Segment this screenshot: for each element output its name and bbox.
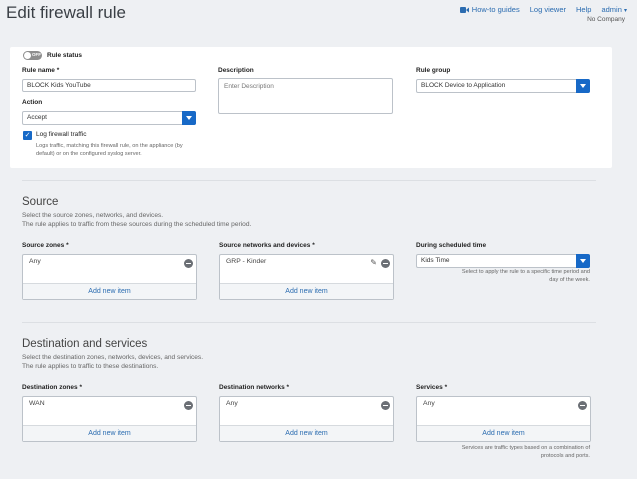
rule-name-label-text: Rule name	[22, 67, 55, 74]
add-new-item-button[interactable]: Add new item	[417, 425, 590, 441]
source-zones-label: Source zones *	[22, 242, 69, 249]
destination-desc-line-1: Select the destination zones, networks, …	[22, 354, 204, 361]
remove-icon[interactable]	[578, 401, 587, 410]
source-zones-label-text: Source zones	[22, 242, 65, 249]
required-mark: *	[56, 67, 60, 74]
source-networks-label: Source networks and devices *	[219, 242, 315, 249]
source-description: Select the source zones, networks, and d…	[22, 211, 251, 229]
user-menu[interactable]: admin ▾	[601, 5, 627, 14]
remove-icon[interactable]	[381, 401, 390, 410]
action-select[interactable]: Accept	[22, 111, 196, 125]
services-help-line-2: protocols and ports.	[540, 453, 590, 459]
log-viewer-link[interactable]: Log viewer	[530, 5, 566, 14]
user-name: admin	[601, 5, 622, 14]
rule-name-input[interactable]: BLOCK Kids YouTube	[22, 79, 196, 92]
add-new-item-button[interactable]: Add new item	[23, 425, 196, 441]
source-networks-list: GRP - Kinder ✎ Add new item	[219, 254, 394, 300]
source-networks-label-text: Source networks and devices	[219, 242, 311, 249]
rule-group-select[interactable]: BLOCK Device to Application	[416, 79, 590, 93]
schedule-help-line-1: Select to apply the rule to a specific t…	[461, 269, 590, 275]
list-item: WAN	[29, 400, 45, 407]
source-title: Source	[22, 196, 59, 208]
log-traffic-label: Log firewall traffic	[36, 131, 87, 138]
description-textarea[interactable]: Enter Description	[218, 78, 393, 114]
services-help: Services are traffic types based on a co…	[416, 444, 590, 460]
list-item: Any	[29, 258, 41, 265]
destination-desc-line-2: The rule applies to traffic to these des…	[22, 363, 159, 370]
action-label: Action	[22, 99, 43, 106]
destination-networks-label: Destination networks *	[219, 384, 289, 391]
toggle-state: OFF	[32, 52, 41, 57]
log-help-line-1: Logs traffic, matching this firewall rul…	[36, 143, 183, 149]
rule-group-value: BLOCK Device to Application	[421, 82, 506, 89]
schedule-value: Kids Time	[421, 257, 450, 264]
top-navigation: How-to guides Log viewer Help admin ▾	[459, 5, 627, 14]
log-help-line-2: default) or on the configured syslog ser…	[36, 151, 142, 157]
destination-networks-list: Any Add new item	[219, 396, 394, 442]
page-title: Edit firewall rule	[6, 3, 126, 22]
add-new-item-button[interactable]: Add new item	[220, 283, 393, 299]
chevron-down-icon[interactable]	[576, 79, 590, 93]
pencil-icon[interactable]: ✎	[370, 258, 377, 267]
section-divider	[22, 180, 596, 181]
how-to-guides-label: How-to guides	[471, 5, 520, 14]
chevron-down-icon[interactable]	[576, 254, 590, 268]
required-mark: *	[66, 242, 69, 249]
help-link[interactable]: Help	[576, 5, 591, 14]
services-label-text: Services	[416, 384, 443, 391]
services-list: Any Add new item	[416, 396, 591, 442]
source-desc-line-2: The rule applies to traffic from these s…	[22, 221, 252, 228]
source-desc-line-1: Select the source zones, networks, and d…	[22, 212, 164, 219]
log-traffic-help: Logs traffic, matching this firewall rul…	[36, 142, 183, 158]
rule-status-toggle[interactable]: OFF	[23, 51, 42, 60]
destination-zones-label-text: Destination zones	[22, 384, 78, 391]
schedule-label: During scheduled time	[416, 242, 487, 249]
required-mark: *	[286, 384, 290, 391]
rule-group-label: Rule group	[416, 67, 451, 74]
action-value: Accept	[27, 114, 47, 121]
general-panel: OFF Rule status Rule name * BLOCK Kids Y…	[10, 47, 612, 168]
rule-status-label: Rule status	[47, 52, 83, 59]
remove-icon[interactable]	[184, 401, 193, 410]
remove-icon[interactable]	[184, 259, 193, 268]
destination-networks-label-text: Destination networks	[219, 384, 285, 391]
video-camera-icon	[459, 6, 469, 13]
destination-description: Select the destination zones, networks, …	[22, 353, 203, 371]
log-traffic-checkbox[interactable]: ✓	[23, 131, 32, 140]
schedule-help-line-2: day of the week.	[549, 277, 590, 283]
services-help-line-1: Services are traffic types based on a co…	[461, 445, 590, 451]
destination-zones-list: WAN Add new item	[22, 396, 197, 442]
destination-title: Destination and services	[22, 338, 148, 350]
toggle-knob	[24, 52, 31, 59]
caret-down-icon: ▾	[623, 8, 627, 14]
required-mark: *	[444, 384, 448, 391]
add-new-item-button[interactable]: Add new item	[23, 283, 196, 299]
required-mark: *	[312, 242, 315, 249]
section-divider	[22, 322, 596, 323]
source-zones-list: Any Add new item	[22, 254, 197, 300]
remove-icon[interactable]	[381, 259, 390, 268]
schedule-help: Select to apply the rule to a specific t…	[416, 268, 590, 284]
destination-zones-label: Destination zones *	[22, 384, 82, 391]
description-label: Description	[218, 67, 254, 74]
list-item: Any	[226, 400, 238, 407]
list-item: GRP - Kinder	[226, 258, 267, 265]
schedule-select[interactable]: Kids Time	[416, 254, 590, 268]
list-item: Any	[423, 400, 435, 407]
add-new-item-button[interactable]: Add new item	[220, 425, 393, 441]
services-label: Services *	[416, 384, 447, 391]
company-name: No Company	[587, 16, 625, 23]
rule-name-label: Rule name *	[22, 67, 59, 74]
chevron-down-icon[interactable]	[182, 111, 196, 125]
how-to-guides-link[interactable]: How-to guides	[459, 5, 520, 14]
required-mark: *	[79, 384, 82, 391]
